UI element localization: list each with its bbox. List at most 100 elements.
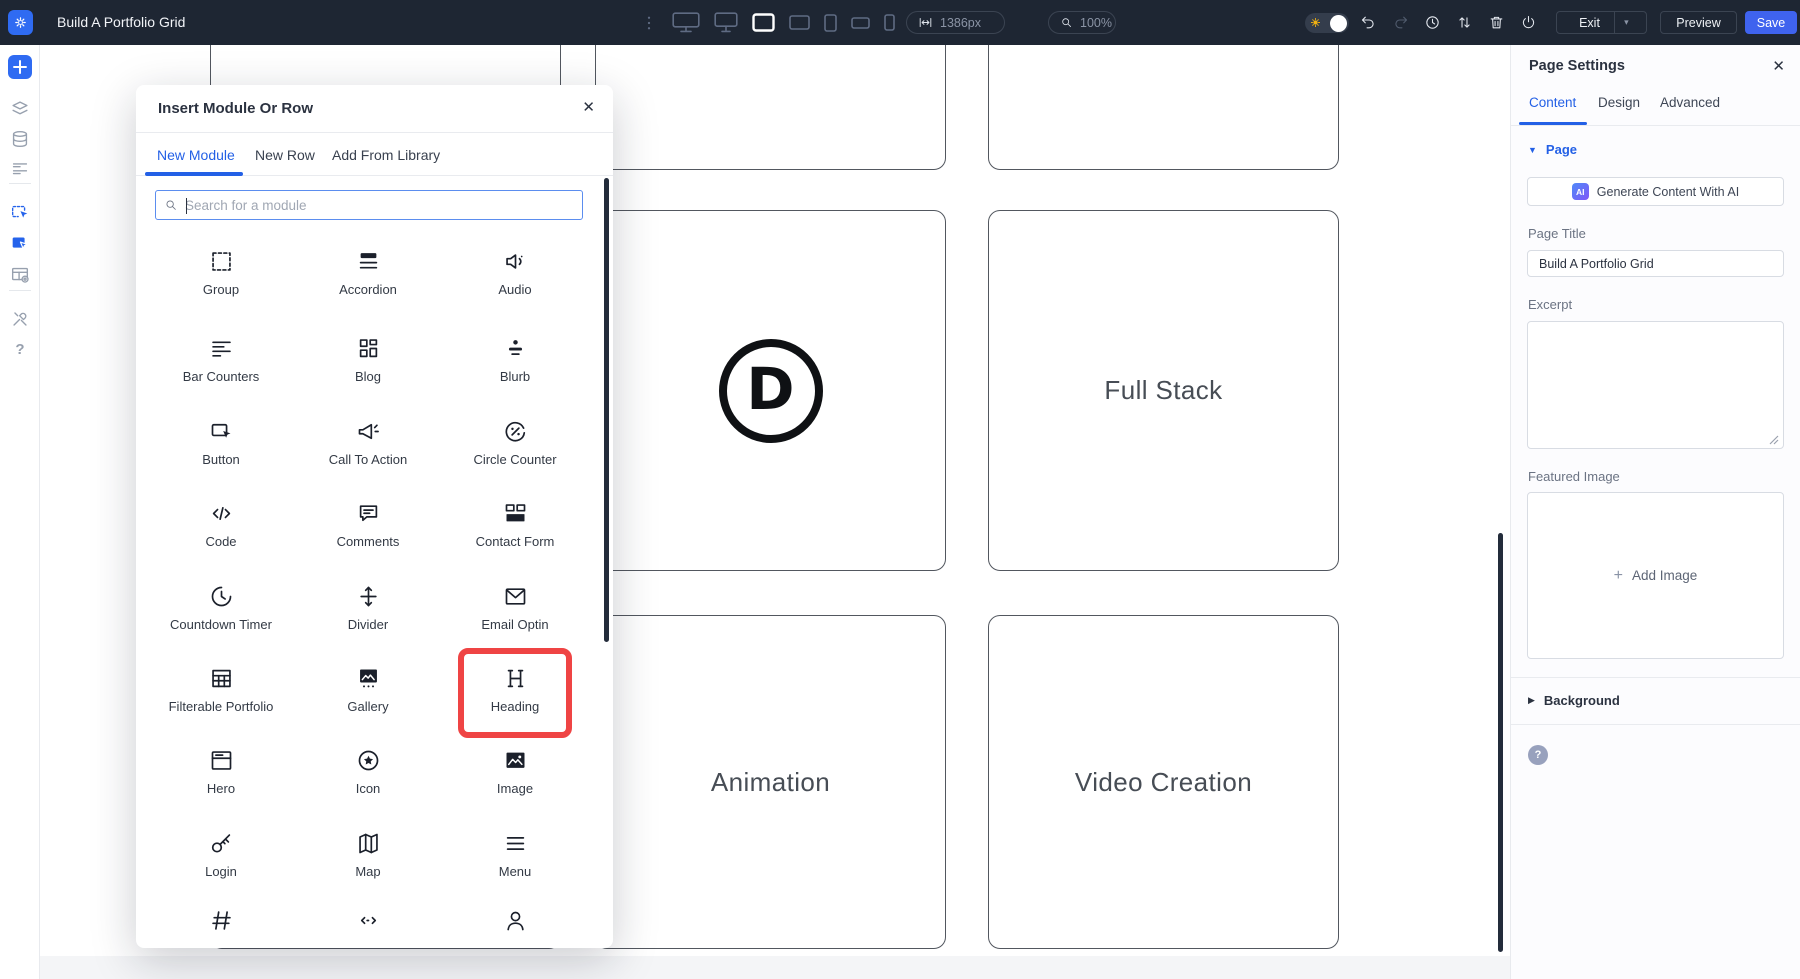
saved-layouts-button[interactable] [8,127,32,151]
module-item-hero[interactable]: Hero [156,747,286,796]
phone-landscape-icon[interactable] [851,17,870,29]
module-item-bar-counters[interactable]: Bar Counters [156,335,286,384]
zoom-field[interactable]: 100% [1048,11,1116,34]
help-icon[interactable]: ? [1528,745,1548,765]
module-item-blurb[interactable]: Blurb [450,335,580,384]
module-item-contact-form[interactable]: Contact Form [450,500,580,549]
canvas-scrollbar[interactable] [1498,533,1503,952]
top-toolbar: Build A Portfolio Grid 1386px 100% Exit … [0,0,1800,45]
power-icon[interactable] [1520,14,1537,31]
close-icon[interactable]: ✕ [582,98,595,116]
module-item-button[interactable]: Button [156,418,286,467]
laptop-icon[interactable] [789,15,810,30]
portfolio-card[interactable]: Full Stack [988,210,1339,571]
history-clock-icon[interactable] [1424,14,1441,31]
module-label: Email Optin [450,617,580,632]
trash-icon[interactable] [1488,14,1505,31]
save-button[interactable]: Save [1745,11,1797,34]
undo-icon[interactable] [1360,14,1377,31]
modal-tab-new-row[interactable]: New Row [255,133,315,176]
search-icon [164,198,178,212]
module-item-menu[interactable]: Menu [450,830,580,879]
module-item-login[interactable]: Login [156,830,286,879]
page-title-input[interactable] [1527,250,1784,277]
portfolio-card[interactable] [988,45,1339,170]
module-item-code[interactable]: Code [156,500,286,549]
theme-toggle[interactable] [1305,13,1349,33]
module-item-comments[interactable]: Comments [303,500,433,549]
tablet-icon[interactable] [824,14,837,32]
layout-settings-button[interactable] [8,263,32,287]
card-title: Full Stack [1104,375,1222,406]
active-tab-underline [145,172,243,176]
module-item-icon[interactable]: Icon [303,747,433,796]
redo-icon[interactable] [1392,14,1409,31]
help-button[interactable]: ? [8,337,32,361]
exit-label[interactable]: Exit [1565,12,1614,33]
modal-tab-new-module[interactable]: New Module [157,133,235,176]
divi-gear-icon[interactable] [8,10,33,35]
generate-ai-button[interactable]: AI Generate Content With AI [1527,177,1784,206]
modal-tab-add-from-library[interactable]: Add From Library [332,133,440,176]
page-settings-panel: Page Settings ✕ ContentDesignAdvanced ▼ … [1510,45,1800,979]
ai-badge-icon: AI [1572,183,1589,200]
modal-scrollbar[interactable] [604,178,609,642]
builder-tools-button[interactable] [8,307,32,331]
module-item-partial[interactable] [450,907,580,934]
exit-button[interactable]: Exit ▾ [1556,11,1647,34]
divider [1511,724,1800,725]
portfolio-card[interactable]: Video Creation [988,615,1339,949]
hover-mode-button[interactable] [8,231,32,255]
kebab-dots-icon[interactable] [640,14,658,32]
module-item-countdown-timer[interactable]: Countdown Timer [156,583,286,632]
module-search[interactable] [155,190,583,220]
envelope-icon [450,583,580,610]
preview-button[interactable]: Preview [1660,11,1737,34]
module-item-partial[interactable] [156,907,286,934]
module-search-input[interactable] [178,191,582,219]
panel-tab-advanced[interactable]: Advanced [1660,95,1720,110]
sort-arrows-icon[interactable] [1456,14,1473,31]
phone-icon[interactable] [884,14,895,31]
module-item-group[interactable]: Group [156,248,286,297]
page-title-label: Page Title [1528,226,1586,241]
layers-button[interactable] [8,97,32,121]
module-label: Blurb [450,369,580,384]
module-item-filterable-portfolio[interactable]: Filterable Portfolio [156,665,286,714]
module-item-audio[interactable]: Audio [450,248,580,297]
click-mode-button[interactable] [8,200,32,224]
desktop-wide-icon[interactable] [672,12,700,33]
module-item-partial[interactable] [303,907,433,934]
hero-icon [156,747,286,774]
caret-down-icon[interactable]: ▾ [1614,12,1638,33]
module-item-call-to-action[interactable]: Call To Action [303,418,433,467]
module-item-image[interactable]: Image [450,747,580,796]
module-item-blog[interactable]: Blog [303,335,433,384]
excerpt-textarea[interactable] [1527,321,1784,449]
divider-icon [303,583,433,610]
section-background[interactable]: ▶ Background [1528,693,1620,708]
portfolio-card[interactable]: Animation [595,615,946,949]
portfolio-card[interactable] [595,45,946,170]
module-item-circle-counter[interactable]: Circle Counter [450,418,580,467]
module-item-email-optin[interactable]: Email Optin [450,583,580,632]
module-item-map[interactable]: Map [303,830,433,879]
panel-tab-design[interactable]: Design [1598,95,1640,110]
add-module-button[interactable] [8,55,32,79]
module-item-accordion[interactable]: Accordion [303,248,433,297]
default-view-icon[interactable] [752,13,775,32]
module-item-gallery[interactable]: Gallery [303,665,433,714]
add-image-button[interactable]: + Add Image [1527,492,1784,659]
close-icon[interactable]: ✕ [1772,57,1785,75]
contact-form-icon [450,500,580,527]
page-structure-button[interactable] [8,157,32,181]
divi-logo-card[interactable]: D [595,210,946,571]
module-label: Button [156,452,286,467]
panel-tab-content[interactable]: Content [1529,95,1576,110]
canvas-width-field[interactable]: 1386px [906,11,1005,34]
module-item-divider[interactable]: Divider [303,583,433,632]
module-item-heading[interactable]: Heading [450,665,580,714]
section-page[interactable]: ▼ Page [1528,142,1577,157]
desktop-icon[interactable] [714,12,738,33]
blog-icon [303,335,433,362]
